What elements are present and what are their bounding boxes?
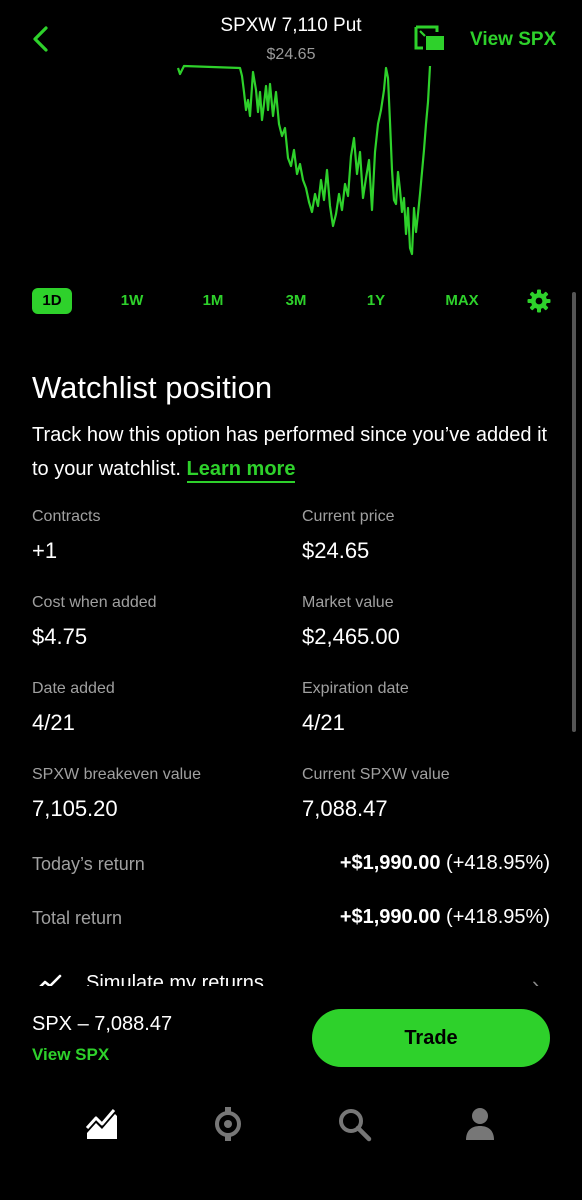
chart-icon [85,1109,117,1139]
chevron-right-icon: › [532,972,540,986]
total-return-percent: (+418.95%) [446,906,550,928]
chart-settings-button[interactable] [527,289,551,313]
stat-label: Market value [302,594,394,611]
range-3m[interactable]: 3M [276,288,316,314]
todays-return-value: +$1,990.00 (+418.95%) [340,852,550,875]
search-icon [339,1109,372,1142]
stat-value: 4/21 [302,710,345,735]
range-1w[interactable]: 1W [112,288,152,314]
simulate-returns-row[interactable]: Simulate my returns › [0,964,582,986]
crypto-tab[interactable] [210,1106,246,1142]
view-spx-footer-link[interactable]: View SPX [32,1045,109,1065]
stat-label: Current price [302,508,395,525]
bottom-nav [0,1096,582,1166]
section-title: Watchlist position [32,370,273,405]
range-1y[interactable]: 1Y [356,288,396,314]
section-description: Track how this option has performed sinc… [32,418,552,486]
investing-tab[interactable] [84,1106,120,1142]
range-1m[interactable]: 1M [193,288,233,314]
search-tab[interactable] [336,1106,372,1142]
stat-value: +1 [32,538,58,563]
stat-value: 7,088.47 [302,796,388,821]
todays-return-amount: +$1,990.00 [339,852,441,874]
underlying-price: SPX – 7,088.47 [32,1013,173,1035]
total-return-amount: +$1,990.00 [339,906,441,928]
range-1d[interactable]: 1D [32,288,72,314]
stat-label: Expiration date [302,680,409,697]
stat-value: 7,105.20 [32,796,118,821]
picture-in-picture-icon [414,25,444,50]
price-line [176,64,432,256]
bottom-trade-bar: SPX – 7,088.47 View SPX Trade [0,990,582,1090]
stat-label: Contracts [32,508,101,525]
scrollbar[interactable] [572,292,576,732]
simulate-returns-label: Simulate my returns [86,972,264,986]
todays-return-label: Today’s return [32,854,145,874]
learn-more-link[interactable]: Learn more [186,458,296,483]
stat-label: Current SPXW value [302,766,450,783]
stat-label: Cost when added [32,594,157,611]
account-tab[interactable] [462,1106,498,1142]
total-return-label: Total return [32,908,123,928]
stat-label: SPXW breakeven value [32,766,201,783]
crypto-coin-icon [215,1107,241,1141]
trend-chart-icon [39,974,62,986]
person-icon [466,1108,494,1140]
chart-range-selector: 1D 1W 1M 3M 1Y MAX [0,284,582,318]
stat-label: Date added [32,680,115,697]
stat-value: 4/21 [32,710,75,735]
gear-icon [527,289,551,313]
range-max[interactable]: MAX [438,288,486,314]
price-chart[interactable] [0,62,582,272]
view-spx-link[interactable]: View SPX [470,29,556,51]
stat-value: $24.65 [302,538,370,563]
picture-in-picture-button[interactable] [413,24,447,54]
stat-value: $4.75 [32,624,88,649]
total-return-value: +$1,990.00 (+418.95%) [340,906,550,929]
todays-return-percent: (+418.95%) [446,852,550,874]
trade-button[interactable]: Trade [312,1009,550,1067]
stat-value: $2,465.00 [302,624,400,649]
